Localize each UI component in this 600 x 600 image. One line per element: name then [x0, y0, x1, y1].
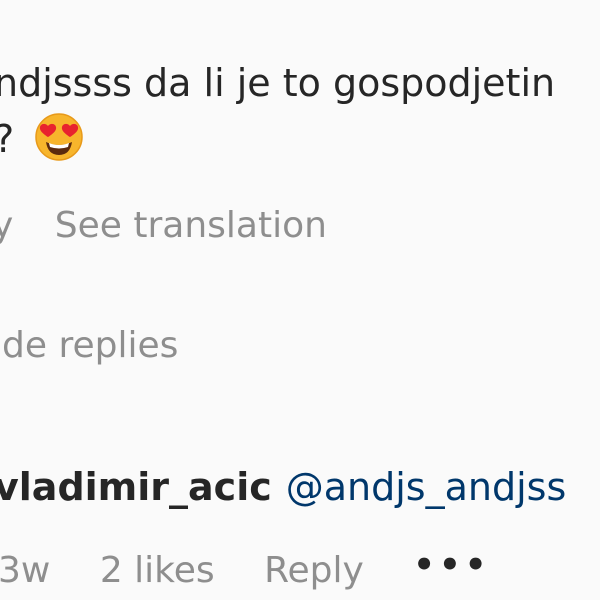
heart-eyes-emoji-icon	[35, 113, 84, 161]
parent-comment-meta: y See translation	[0, 205, 327, 246]
see-translation-link[interactable]: See translation	[55, 205, 327, 246]
reply-button[interactable]: Reply	[264, 550, 364, 591]
parent-comment-line2: ?	[0, 117, 14, 161]
reply-meta: 3w 2 likes Reply •••	[0, 545, 528, 591]
parent-comment-line1: ndjssss da li je to gospodjetin	[0, 61, 556, 105]
parent-comment-text: ndjssss da li je to gospodjetin ?	[0, 55, 555, 167]
reply-username[interactable]: vladimir_acic	[0, 465, 272, 509]
reply-comment: vladimir_acic @andjs_andjss	[0, 465, 566, 509]
more-options-icon[interactable]: •••	[413, 545, 490, 585]
reply-likes-count[interactable]: 2 likes	[100, 550, 215, 591]
hide-replies-link[interactable]: ide replies	[0, 325, 178, 366]
reply-link-partial[interactable]: y	[0, 205, 13, 246]
reply-timestamp[interactable]: 3w	[0, 550, 50, 591]
reply-mention[interactable]: @andjs_andjss	[286, 465, 567, 509]
